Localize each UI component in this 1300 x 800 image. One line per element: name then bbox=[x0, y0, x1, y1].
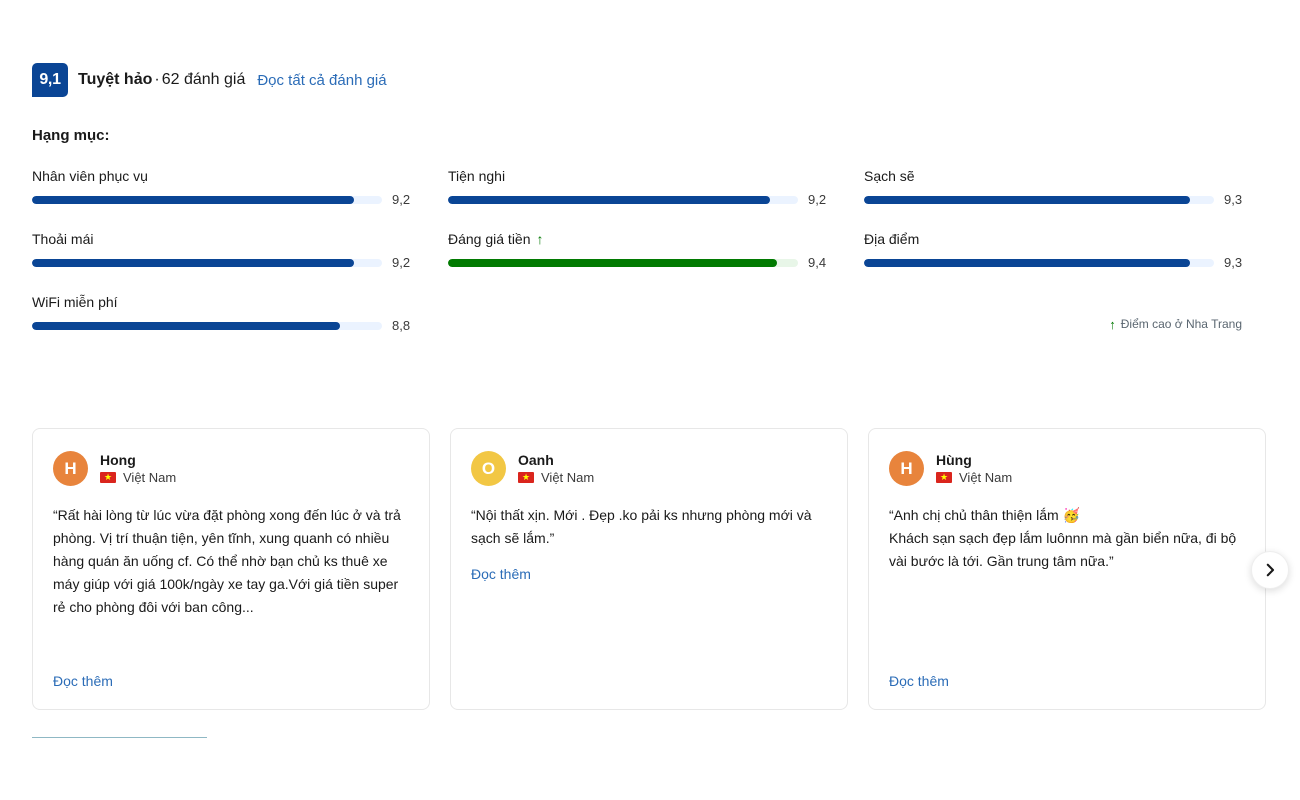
rating-label: WiFi miễn phí bbox=[32, 294, 417, 310]
rating-value: 9,3 bbox=[1224, 255, 1243, 270]
trending-up-icon: ↑ bbox=[536, 231, 544, 247]
high-score-city-note: ↑ Điểm cao ở Nha Trang bbox=[1109, 317, 1242, 331]
vietnam-flag-icon: ★ bbox=[100, 472, 116, 483]
rating-bar-row: 9,3 bbox=[864, 255, 1249, 270]
rating-label: Đáng giá tiền ↑ bbox=[448, 231, 833, 247]
reviewer-header: H Hong ★ Việt Nam bbox=[53, 451, 409, 486]
chevron-right-icon bbox=[1266, 563, 1275, 577]
avatar: H bbox=[889, 451, 924, 486]
rating-item-comfort: Thoải mái 9,2 bbox=[32, 231, 417, 294]
review-text: “Nội thất xịn. Mới . Đẹp .ko pải ks nhưn… bbox=[471, 507, 812, 546]
rating-value: 9,2 bbox=[392, 255, 411, 270]
avatar: H bbox=[53, 451, 88, 486]
trending-up-icon: ↑ bbox=[1109, 316, 1116, 332]
review-count: 62 đánh giá bbox=[161, 71, 246, 88]
high-score-city-text: Điểm cao ở Nha Trang bbox=[1120, 317, 1242, 331]
rating-bar-track bbox=[864, 195, 1214, 204]
rating-label: Tiện nghi bbox=[448, 168, 833, 184]
rating-label: Nhân viên phục vụ bbox=[32, 168, 417, 184]
rating-bar-track bbox=[864, 258, 1214, 267]
rating-categories-grid: Nhân viên phục vụ 9,2 Tiện nghi 9,2 Sạch… bbox=[32, 168, 1258, 357]
rating-label-text: WiFi miễn phí bbox=[32, 294, 118, 310]
rating-bar-track bbox=[448, 195, 798, 204]
rating-item-staff: Nhân viên phục vụ 9,2 bbox=[32, 168, 417, 231]
avatar: O bbox=[471, 451, 506, 486]
carousel-next-button[interactable] bbox=[1251, 551, 1289, 589]
score-word: Tuyệt hảo bbox=[78, 71, 153, 88]
reviewer-country: ★ Việt Nam bbox=[100, 470, 176, 485]
rating-bar-fill bbox=[448, 258, 777, 267]
rating-bar-track bbox=[32, 258, 382, 267]
rating-item-location: Địa điểm 9,3 bbox=[864, 231, 1249, 294]
read-more-link[interactable]: Đọc thêm bbox=[889, 673, 949, 689]
rating-bar-fill bbox=[448, 195, 770, 204]
review-score-header: 9,1 Tuyệt hảo · 62 đánh giá Đọc tất cả đán… bbox=[32, 63, 387, 97]
read-more-link[interactable]: Đọc thêm bbox=[471, 566, 531, 582]
rating-bar-row: 9,2 bbox=[448, 192, 833, 207]
rating-label-text: Thoải mái bbox=[32, 231, 94, 247]
rating-label: Địa điểm bbox=[864, 231, 1249, 247]
review-text: “Anh chị chủ thân thiện lắm 🥳 Khách sạn … bbox=[889, 507, 1237, 569]
read-all-reviews-link[interactable]: Đọc tất cả đánh giá bbox=[257, 72, 386, 89]
rating-bar-row: 9,3 bbox=[864, 192, 1249, 207]
rating-label: Thoải mái bbox=[32, 231, 417, 247]
reviewer-country-label: Việt Nam bbox=[541, 470, 595, 485]
rating-value: 9,2 bbox=[808, 192, 827, 207]
rating-bar-row: 8,8 bbox=[32, 318, 417, 333]
reviewer-meta: Hùng ★ Việt Nam bbox=[936, 452, 1012, 485]
reviewer-header: O Oanh ★ Việt Nam bbox=[471, 451, 827, 486]
rating-value: 9,4 bbox=[808, 255, 827, 270]
rating-label-text: Địa điểm bbox=[864, 231, 920, 247]
score-separator: · bbox=[154, 71, 160, 88]
rating-item-value-for-money: Đáng giá tiền ↑ 9,4 bbox=[448, 231, 833, 294]
rating-bar-fill bbox=[32, 321, 340, 330]
read-more-link[interactable]: Đọc thêm bbox=[53, 673, 113, 689]
rating-value: 9,3 bbox=[1224, 192, 1243, 207]
review-text: “Rất hài lòng từ lúc vừa đặt phòng xong … bbox=[53, 507, 401, 615]
rating-label-text: Đáng giá tiền bbox=[448, 231, 531, 247]
categories-title: Hạng mục: bbox=[32, 127, 110, 144]
reviewer-name: Hùng bbox=[936, 452, 972, 468]
rating-item-free-wifi: WiFi miễn phí 8,8 bbox=[32, 294, 417, 357]
reviews-carousel: H Hong ★ Việt Nam “Rất hài lòng từ lúc v… bbox=[32, 428, 1272, 710]
rating-bar-fill bbox=[32, 258, 354, 267]
rating-bar-track bbox=[32, 195, 382, 204]
rating-bar-row: 9,2 bbox=[32, 255, 417, 270]
bottom-divider bbox=[32, 737, 207, 738]
review-score-badge: 9,1 bbox=[32, 63, 68, 97]
rating-bar-fill bbox=[32, 195, 354, 204]
reviewer-meta: Hong ★ Việt Nam bbox=[100, 452, 176, 485]
rating-bar-track bbox=[448, 258, 798, 267]
reviewer-meta: Oanh ★ Việt Nam bbox=[518, 452, 594, 485]
rating-label-text: Tiện nghi bbox=[448, 168, 506, 184]
reviewer-name: Oanh bbox=[518, 452, 554, 468]
review-card[interactable]: H Hùng ★ Việt Nam “Anh chị chủ thân thiệ… bbox=[868, 428, 1266, 710]
rating-item-facilities: Tiện nghi 9,2 bbox=[448, 168, 833, 231]
reviewer-country: ★ Việt Nam bbox=[518, 470, 594, 485]
reviewer-country-label: Việt Nam bbox=[123, 470, 177, 485]
rating-value: 9,2 bbox=[392, 192, 411, 207]
reviewer-country: ★ Việt Nam bbox=[936, 470, 1012, 485]
review-card[interactable]: H Hong ★ Việt Nam “Rất hài lòng từ lúc v… bbox=[32, 428, 430, 710]
reviewer-name: Hong bbox=[100, 452, 136, 468]
rating-bar-track bbox=[32, 321, 382, 330]
rating-label: Sạch sẽ bbox=[864, 168, 1249, 184]
reviewer-country-label: Việt Nam bbox=[959, 470, 1013, 485]
review-score-caption: Tuyệt hảo · 62 đánh giá bbox=[78, 71, 245, 89]
rating-value: 8,8 bbox=[392, 318, 411, 333]
rating-bar-fill bbox=[864, 195, 1190, 204]
reviewer-header: H Hùng ★ Việt Nam bbox=[889, 451, 1245, 486]
rating-bar-row: 9,2 bbox=[32, 192, 417, 207]
rating-bar-row: 9,4 bbox=[448, 255, 833, 270]
rating-item-cleanliness: Sạch sẽ 9,3 bbox=[864, 168, 1249, 231]
rating-bar-fill bbox=[864, 258, 1190, 267]
rating-label-text: Nhân viên phục vụ bbox=[32, 168, 148, 184]
vietnam-flag-icon: ★ bbox=[936, 472, 952, 483]
rating-label-text: Sạch sẽ bbox=[864, 168, 915, 184]
vietnam-flag-icon: ★ bbox=[518, 472, 534, 483]
review-card[interactable]: O Oanh ★ Việt Nam “Nội thất xịn. Mới . Đ… bbox=[450, 428, 848, 710]
